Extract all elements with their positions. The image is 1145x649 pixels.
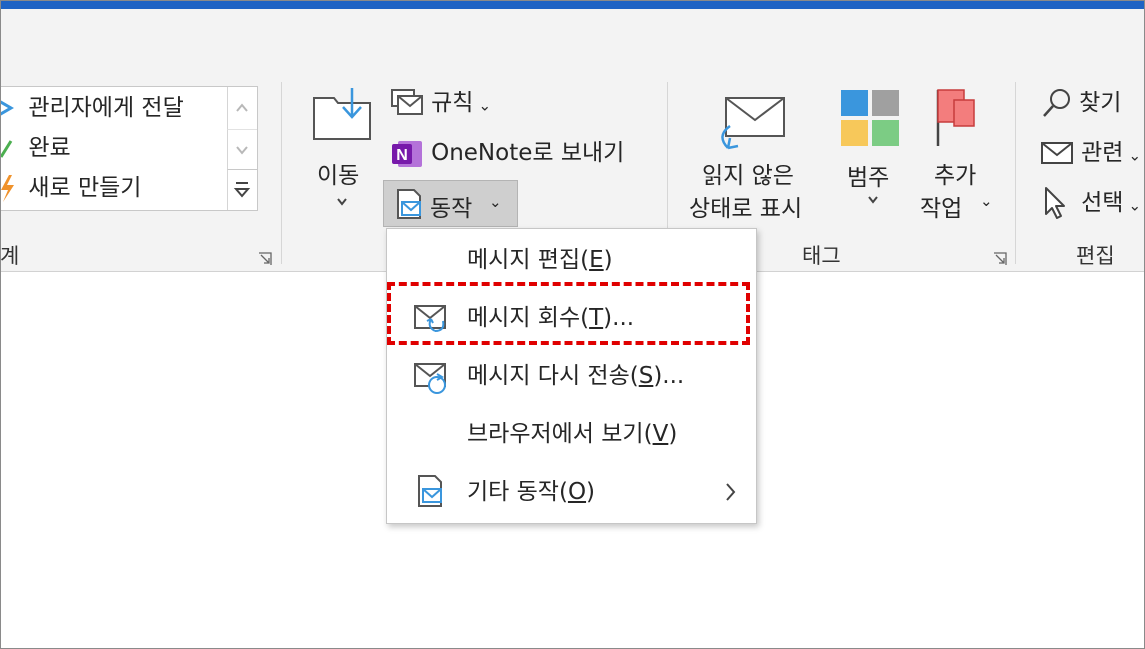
screenshot-border <box>0 0 1145 649</box>
